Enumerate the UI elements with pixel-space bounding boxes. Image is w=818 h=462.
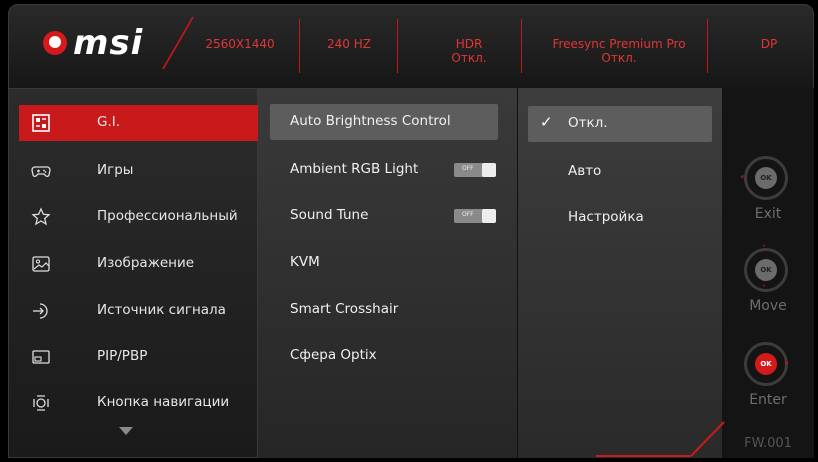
option-off[interactable]: ✓ Откл. bbox=[528, 106, 712, 142]
submenu-item-smart-crosshair[interactable]: Smart Crosshair bbox=[270, 292, 498, 328]
menu-item-label: Кнопка навигации bbox=[97, 394, 230, 410]
checkmark-icon: ✓ bbox=[540, 113, 553, 131]
menu-item-label: PIP/PBP bbox=[97, 348, 148, 364]
msi-dragon-icon bbox=[43, 31, 67, 55]
submenu-item-label: Auto Brightness Control bbox=[290, 113, 451, 129]
option-label: Настройка bbox=[568, 209, 644, 225]
submenu-item-label: Сфера Optix bbox=[290, 347, 377, 363]
ambient-rgb-toggle[interactable]: OFF bbox=[454, 163, 496, 177]
menu-item-professional[interactable]: Профессиональный bbox=[19, 199, 259, 235]
submenu-item-kvm[interactable]: KVM bbox=[270, 245, 498, 281]
resolution-status: 2560X1440 bbox=[205, 37, 275, 51]
menu-item-navigation-key[interactable]: Кнопка навигации bbox=[19, 385, 259, 421]
star-icon bbox=[31, 207, 51, 226]
sound-tune-toggle[interactable]: OFF bbox=[454, 209, 496, 223]
joystick-press-icon: » OK bbox=[740, 338, 792, 390]
submenu: Auto Brightness Control Ambient RGB Ligh… bbox=[258, 88, 518, 458]
menu-item-label: G.I. bbox=[97, 114, 121, 130]
joystick-updown-icon: ˄ ˅ OK bbox=[740, 244, 792, 296]
status-bar: msi 2560X1440 240 HZ HDR Откл. Freesync P… bbox=[8, 4, 814, 90]
submenu-item-label: Ambient RGB Light bbox=[290, 161, 419, 177]
move-label: Move bbox=[749, 298, 787, 314]
image-icon bbox=[32, 256, 50, 272]
status-divider bbox=[299, 19, 300, 73]
option-label: Авто bbox=[568, 163, 602, 179]
status-divider bbox=[521, 19, 522, 73]
joystick-left-icon: « OK bbox=[740, 152, 792, 204]
menu-item-label: Профессиональный bbox=[97, 208, 238, 224]
option-auto[interactable]: Авто bbox=[528, 154, 712, 190]
menu-item-pip-pbp[interactable]: PIP/PBP bbox=[19, 339, 259, 375]
main-menu: G.I. Игры Профессиональный Изображение И… bbox=[8, 88, 269, 458]
gamepad-icon bbox=[31, 166, 51, 177]
exit-label: Exit bbox=[754, 206, 782, 222]
menu-item-input-source[interactable]: Источник сигнала bbox=[19, 293, 259, 329]
decorative-corner-line bbox=[596, 421, 725, 457]
submenu-item-label: KVM bbox=[290, 254, 320, 270]
brand-name: msi bbox=[73, 23, 144, 63]
scroll-down-icon[interactable] bbox=[119, 427, 133, 435]
submenu-item-label: Sound Tune bbox=[290, 207, 369, 223]
submenu-item-sound-tune[interactable]: Sound Tune OFF bbox=[270, 198, 498, 234]
submenu-item-ambient-rgb[interactable]: Ambient RGB Light OFF bbox=[270, 152, 498, 188]
monitor-osd: msi 2560X1440 240 HZ HDR Откл. Freesync P… bbox=[0, 0, 818, 462]
submenu-item-optix-scope[interactable]: Сфера Optix bbox=[270, 338, 498, 374]
menu-item-label: Игры bbox=[97, 162, 134, 178]
option-custom[interactable]: Настройка bbox=[528, 200, 712, 236]
hdr-status: HDR Откл. bbox=[451, 37, 487, 65]
menu-item-label: Изображение bbox=[97, 255, 195, 271]
status-divider bbox=[707, 19, 708, 73]
menu-item-gi[interactable]: G.I. bbox=[19, 105, 269, 141]
freesync-status: Freesync Premium Pro Откл. bbox=[552, 37, 686, 65]
menu-item-label: Источник сигнала bbox=[97, 302, 226, 318]
pip-icon bbox=[32, 350, 50, 364]
input-status: DP bbox=[760, 37, 778, 51]
input-source-icon bbox=[33, 303, 48, 319]
gaming-intelligence-icon bbox=[32, 114, 50, 132]
msi-logo: msi bbox=[43, 23, 173, 63]
option-label: Откл. bbox=[568, 115, 608, 131]
refresh-rate-status: 240 HZ bbox=[327, 37, 371, 51]
menu-item-image[interactable]: Изображение bbox=[19, 246, 259, 282]
submenu-item-auto-brightness[interactable]: Auto Brightness Control bbox=[270, 104, 498, 140]
navigation-key-icon bbox=[33, 395, 49, 411]
status-divider bbox=[397, 19, 398, 73]
submenu-item-label: Smart Crosshair bbox=[290, 301, 399, 317]
menu-item-gaming[interactable]: Игры bbox=[19, 153, 259, 189]
